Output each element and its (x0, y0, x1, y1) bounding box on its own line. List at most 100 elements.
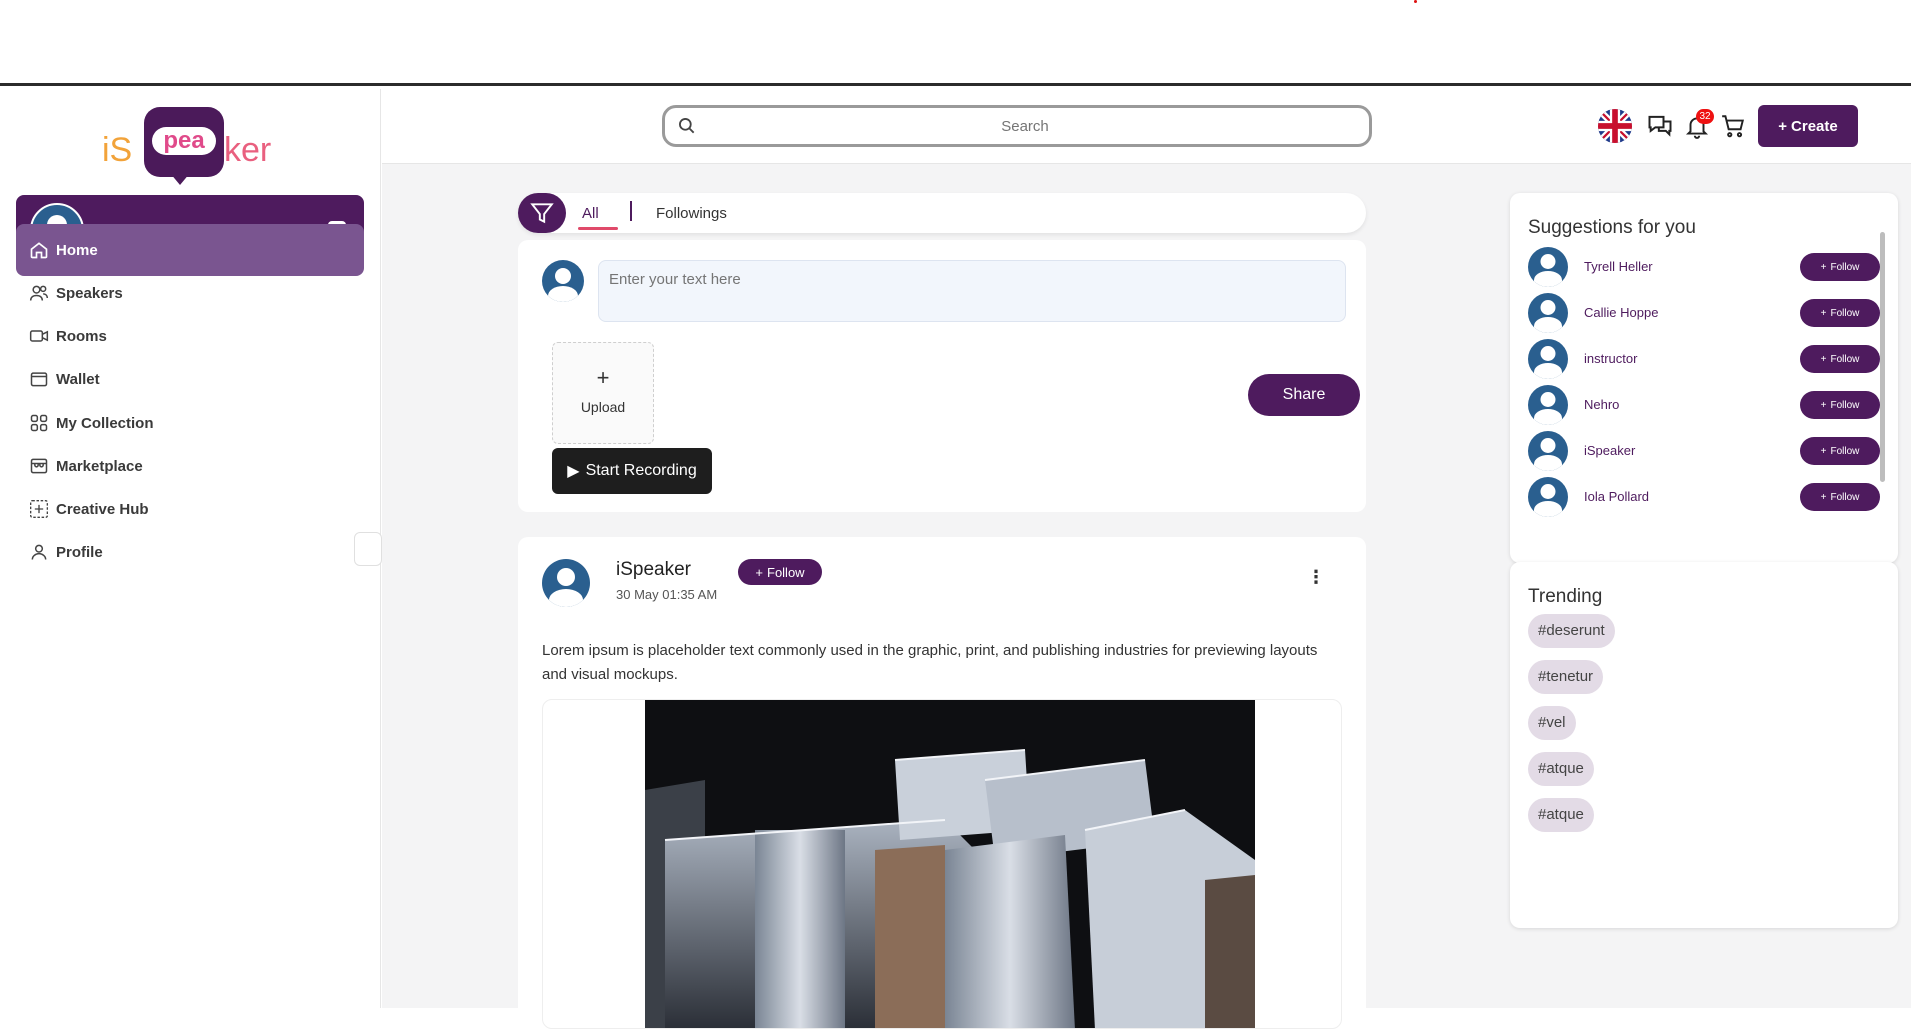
follow-button[interactable]: + Follow (1800, 345, 1880, 373)
sidebar-item-label: Profile (56, 543, 103, 561)
user-plus-icon: + (1820, 491, 1827, 503)
browser-top-area (0, 0, 1911, 86)
logo-text-right: ker (224, 131, 272, 169)
user-plus-icon: + (755, 564, 763, 580)
follow-button[interactable]: + Follow (1800, 253, 1880, 281)
active-tab-indicator (578, 227, 618, 230)
grid-icon (28, 412, 50, 434)
main-content: All Followings + Upload Share ▶ Start Re… (382, 164, 1911, 1029)
upload-label: Upload (580, 399, 626, 415)
follow-label: Follow (767, 564, 805, 580)
avatar[interactable] (1528, 477, 1568, 517)
avatar[interactable] (1528, 293, 1568, 333)
ispeaker-logo[interactable]: iS pea ker (100, 105, 280, 185)
sidebar-item-label: Marketplace (56, 457, 143, 475)
avatar[interactable] (1528, 431, 1568, 471)
trending-tag[interactable]: #atque (1528, 752, 1594, 786)
search-input[interactable] (705, 112, 1345, 140)
suggestions-scrollbar[interactable] (1880, 232, 1885, 482)
notification-badge: 32 (1696, 109, 1714, 124)
suggestion-row: instructor + Follow (1528, 337, 1880, 383)
avatar[interactable] (1528, 247, 1568, 287)
video-icon (28, 325, 50, 347)
sidebar-item-label: Rooms (56, 327, 107, 345)
filter-icon (530, 203, 554, 224)
trending-title: Trending (1528, 586, 1603, 607)
search-bar[interactable] (662, 105, 1372, 147)
follow-button[interactable]: + Follow (1800, 299, 1880, 327)
avatar[interactable] (542, 559, 590, 607)
trending-panel: Trending #deserunt #tenetur #vel #atque … (1510, 562, 1898, 928)
avatar[interactable] (1528, 385, 1568, 425)
suggestion-row: Callie Hoppe + Follow (1528, 291, 1880, 337)
feed-post: iSpeaker + Follow 30 May 01:35 AM ⋮ Lore… (518, 537, 1366, 1029)
suggestion-name[interactable]: Tyrell Heller (1584, 259, 1653, 274)
post-timestamp: 30 May 01:35 AM (616, 587, 718, 602)
trending-tag[interactable]: #atque (1528, 798, 1594, 832)
cart-icon[interactable] (1720, 113, 1746, 139)
suggestion-row: Iola Pollard + Follow (1528, 475, 1880, 521)
sidebar-item-profile[interactable]: Profile (16, 526, 364, 578)
user-plus-icon: + (1820, 353, 1827, 365)
avatar[interactable] (1528, 339, 1568, 379)
more-options-icon[interactable]: ⋮ (1306, 565, 1326, 589)
start-recording-label: Start Recording (585, 462, 697, 479)
sidebar-item-label: Home (56, 241, 98, 259)
post-body-text: Lorem ipsum is placeholder text commonly… (542, 642, 1318, 683)
sidebar-item-label: Wallet (56, 370, 100, 388)
user-plus-icon: + (1820, 307, 1827, 319)
feed-filter-bar: All Followings (518, 193, 1366, 233)
play-icon: ▶ (567, 463, 580, 480)
user-plus-icon: + (1820, 261, 1827, 273)
follow-button[interactable]: + Follow (1800, 437, 1880, 465)
tab-followings[interactable]: Followings (656, 205, 727, 222)
suggestion-row: iSpeaker + Follow (1528, 429, 1880, 475)
suggestion-name[interactable]: Nehro (1584, 397, 1619, 412)
avatar (542, 260, 584, 302)
logo-text-left: iS (102, 131, 133, 169)
plus-square-icon (28, 498, 50, 520)
follow-button[interactable]: + Follow (738, 559, 822, 585)
users-icon (28, 282, 50, 304)
uk-flag-icon[interactable] (1598, 109, 1632, 143)
suggestions-title: Suggestions for you (1528, 217, 1696, 238)
suggestion-row: Tyrell Heller + Follow (1528, 245, 1880, 291)
tab-divider (630, 201, 632, 221)
post-author-name[interactable]: iSpeaker (616, 559, 691, 581)
chat-icon[interactable] (1646, 111, 1674, 139)
post-image[interactable] (645, 700, 1255, 1028)
follow-button[interactable]: + Follow (1800, 391, 1880, 419)
wallet-icon (28, 368, 50, 390)
trending-tag[interactable]: #tenetur (1528, 660, 1604, 694)
red-dot-marker (1414, 0, 1417, 3)
sidebar-item-label: Speakers (56, 284, 123, 302)
home-icon (28, 239, 50, 261)
trending-tag[interactable]: #deserunt (1528, 614, 1615, 648)
follow-button[interactable]: + Follow (1800, 483, 1880, 511)
start-recording-button[interactable]: ▶ Start Recording (552, 448, 712, 494)
post-text-input[interactable] (598, 260, 1346, 322)
suggestion-name[interactable]: instructor (1584, 351, 1637, 366)
user-plus-icon: + (1820, 445, 1827, 457)
sidebar-item-label: My Collection (56, 414, 154, 432)
post-composer: + Upload Share ▶ Start Recording (518, 240, 1366, 512)
store-icon (28, 455, 50, 477)
filter-button[interactable] (518, 193, 566, 233)
tab-all[interactable]: All (582, 205, 599, 222)
logo-text-mid: pea (152, 127, 216, 155)
suggestion-name[interactable]: Iola Pollard (1584, 489, 1649, 504)
suggestion-row: Nehro + Follow (1528, 383, 1880, 429)
sidebar: iS pea ker Instructor ⌄ Home Speakers Ro… (0, 89, 382, 1008)
share-button[interactable]: Share (1248, 374, 1360, 416)
plus-icon: + (596, 365, 610, 390)
search-icon (679, 118, 695, 134)
sidebar-collapse-handle[interactable] (354, 532, 382, 566)
top-header: 32 + Create (382, 89, 1911, 164)
user-icon (28, 541, 50, 563)
suggestion-name[interactable]: Callie Hoppe (1584, 305, 1658, 320)
suggestion-name[interactable]: iSpeaker (1584, 443, 1635, 458)
user-plus-icon: + (1820, 399, 1827, 411)
upload-button[interactable]: + Upload (552, 342, 654, 444)
create-button[interactable]: + Create (1758, 105, 1858, 147)
trending-tag[interactable]: #vel (1528, 706, 1576, 740)
